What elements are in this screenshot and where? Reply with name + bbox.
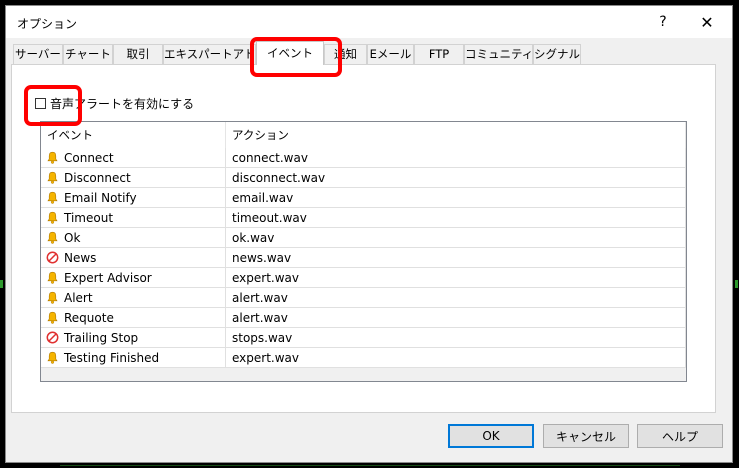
event-name: Expert Advisor	[64, 270, 152, 285]
event-name: Alert	[64, 290, 93, 305]
bell-icon	[46, 351, 59, 364]
table-row[interactable]: Testing Finished expert.wav	[41, 348, 686, 368]
action-file: expert.wav	[232, 350, 299, 365]
event-cell[interactable]: News	[41, 248, 226, 267]
bell-icon	[46, 151, 59, 164]
event-name: Testing Finished	[64, 350, 160, 365]
action-file: alert.wav	[232, 290, 288, 305]
tab-expert-advisor[interactable]: エキスパートアドバイザ	[163, 44, 256, 64]
background-mark	[60, 465, 680, 466]
event-name: Timeout	[64, 210, 114, 225]
tab-signals[interactable]: シグナル	[533, 44, 581, 64]
table-row[interactable]: Trailing Stop stops.wav	[41, 328, 686, 348]
table-row[interactable]: Expert Advisor expert.wav	[41, 268, 686, 288]
tab-server[interactable]: サーバー	[13, 44, 63, 64]
table-row[interactable]: Alert alert.wav	[41, 288, 686, 308]
action-file: email.wav	[232, 190, 294, 205]
highlight-events-tab	[250, 37, 342, 77]
table-header: イベント アクション	[41, 122, 686, 149]
tab-email[interactable]: Eメール	[367, 44, 414, 64]
table-row[interactable]: Disconnect disconnect.wav	[41, 168, 686, 188]
tab-trade[interactable]: 取引	[113, 44, 163, 64]
action-cell[interactable]: disconnect.wav	[226, 168, 686, 187]
table-row[interactable]: Ok ok.wav	[41, 228, 686, 248]
tab-chart[interactable]: チャート	[63, 44, 113, 64]
event-name: Trailing Stop	[64, 330, 139, 345]
event-cell[interactable]: Testing Finished	[41, 348, 226, 367]
event-name: News	[64, 250, 97, 265]
cancel-button[interactable]: キャンセル	[543, 424, 629, 448]
bell-icon	[46, 211, 59, 224]
event-name: Ok	[64, 230, 81, 245]
window-title: オプション	[17, 17, 78, 31]
event-cell[interactable]: Disconnect	[41, 168, 226, 187]
table-body: Connect connect.wav Disconnect disconnect.w…	[41, 148, 686, 368]
table-row[interactable]: Connect connect.wav	[41, 148, 686, 168]
action-cell[interactable]: expert.wav	[226, 348, 686, 367]
bell-icon	[46, 311, 59, 324]
action-file: disconnect.wav	[232, 170, 326, 185]
action-file: expert.wav	[232, 270, 299, 285]
help-button[interactable]: ヘルプ	[637, 424, 723, 448]
title-bar: オプション ? ✕	[6, 6, 732, 38]
event-cell[interactable]: Trailing Stop	[41, 328, 226, 347]
action-cell[interactable]: expert.wav	[226, 268, 686, 287]
event-name: Email Notify	[64, 190, 137, 205]
event-cell[interactable]: Alert	[41, 288, 226, 307]
action-file: ok.wav	[232, 230, 275, 245]
action-file: alert.wav	[232, 310, 288, 325]
action-cell[interactable]: alert.wav	[226, 288, 686, 307]
column-header-action[interactable]: アクション	[226, 122, 686, 148]
help-title-button[interactable]: ?	[641, 6, 685, 38]
disabled-icon	[46, 251, 59, 264]
action-cell[interactable]: connect.wav	[226, 148, 686, 167]
action-cell[interactable]: timeout.wav	[226, 208, 686, 227]
action-cell[interactable]: ok.wav	[226, 228, 686, 247]
background-mark	[0, 280, 3, 288]
highlight-sound-checkbox	[24, 85, 82, 126]
event-cell[interactable]: Expert Advisor	[41, 268, 226, 287]
event-name: Connect	[64, 150, 114, 165]
event-name: Requote	[64, 310, 114, 325]
disabled-icon	[46, 331, 59, 344]
tab-community[interactable]: コミュニティー	[464, 44, 533, 64]
bell-icon	[46, 271, 59, 284]
event-cell[interactable]: Connect	[41, 148, 226, 167]
action-file: news.wav	[232, 250, 292, 265]
bell-icon	[46, 231, 59, 244]
tab-ftp[interactable]: FTP	[414, 44, 464, 64]
table-row[interactable]: Email Notify email.wav	[41, 188, 686, 208]
event-name: Disconnect	[64, 170, 131, 185]
event-cell[interactable]: Requote	[41, 308, 226, 327]
table-row[interactable]: Requote alert.wav	[41, 308, 686, 328]
action-file: timeout.wav	[232, 210, 307, 225]
event-cell[interactable]: Email Notify	[41, 188, 226, 207]
action-cell[interactable]: email.wav	[226, 188, 686, 207]
table-row[interactable]: Timeout timeout.wav	[41, 208, 686, 228]
event-cell[interactable]: Ok	[41, 228, 226, 247]
action-file: stops.wav	[232, 330, 293, 345]
ok-button[interactable]: OK	[448, 424, 534, 448]
close-button[interactable]: ✕	[685, 6, 729, 38]
action-cell[interactable]: stops.wav	[226, 328, 686, 347]
action-cell[interactable]: alert.wav	[226, 308, 686, 327]
table-row[interactable]: News news.wav	[41, 248, 686, 268]
bell-icon	[46, 171, 59, 184]
background-mark	[735, 280, 738, 288]
action-cell[interactable]: news.wav	[226, 248, 686, 267]
bell-icon	[46, 191, 59, 204]
bell-icon	[46, 291, 59, 304]
events-table: イベント アクション Connect connect.wav Disconnect d…	[40, 121, 687, 382]
event-cell[interactable]: Timeout	[41, 208, 226, 227]
action-file: connect.wav	[232, 150, 308, 165]
